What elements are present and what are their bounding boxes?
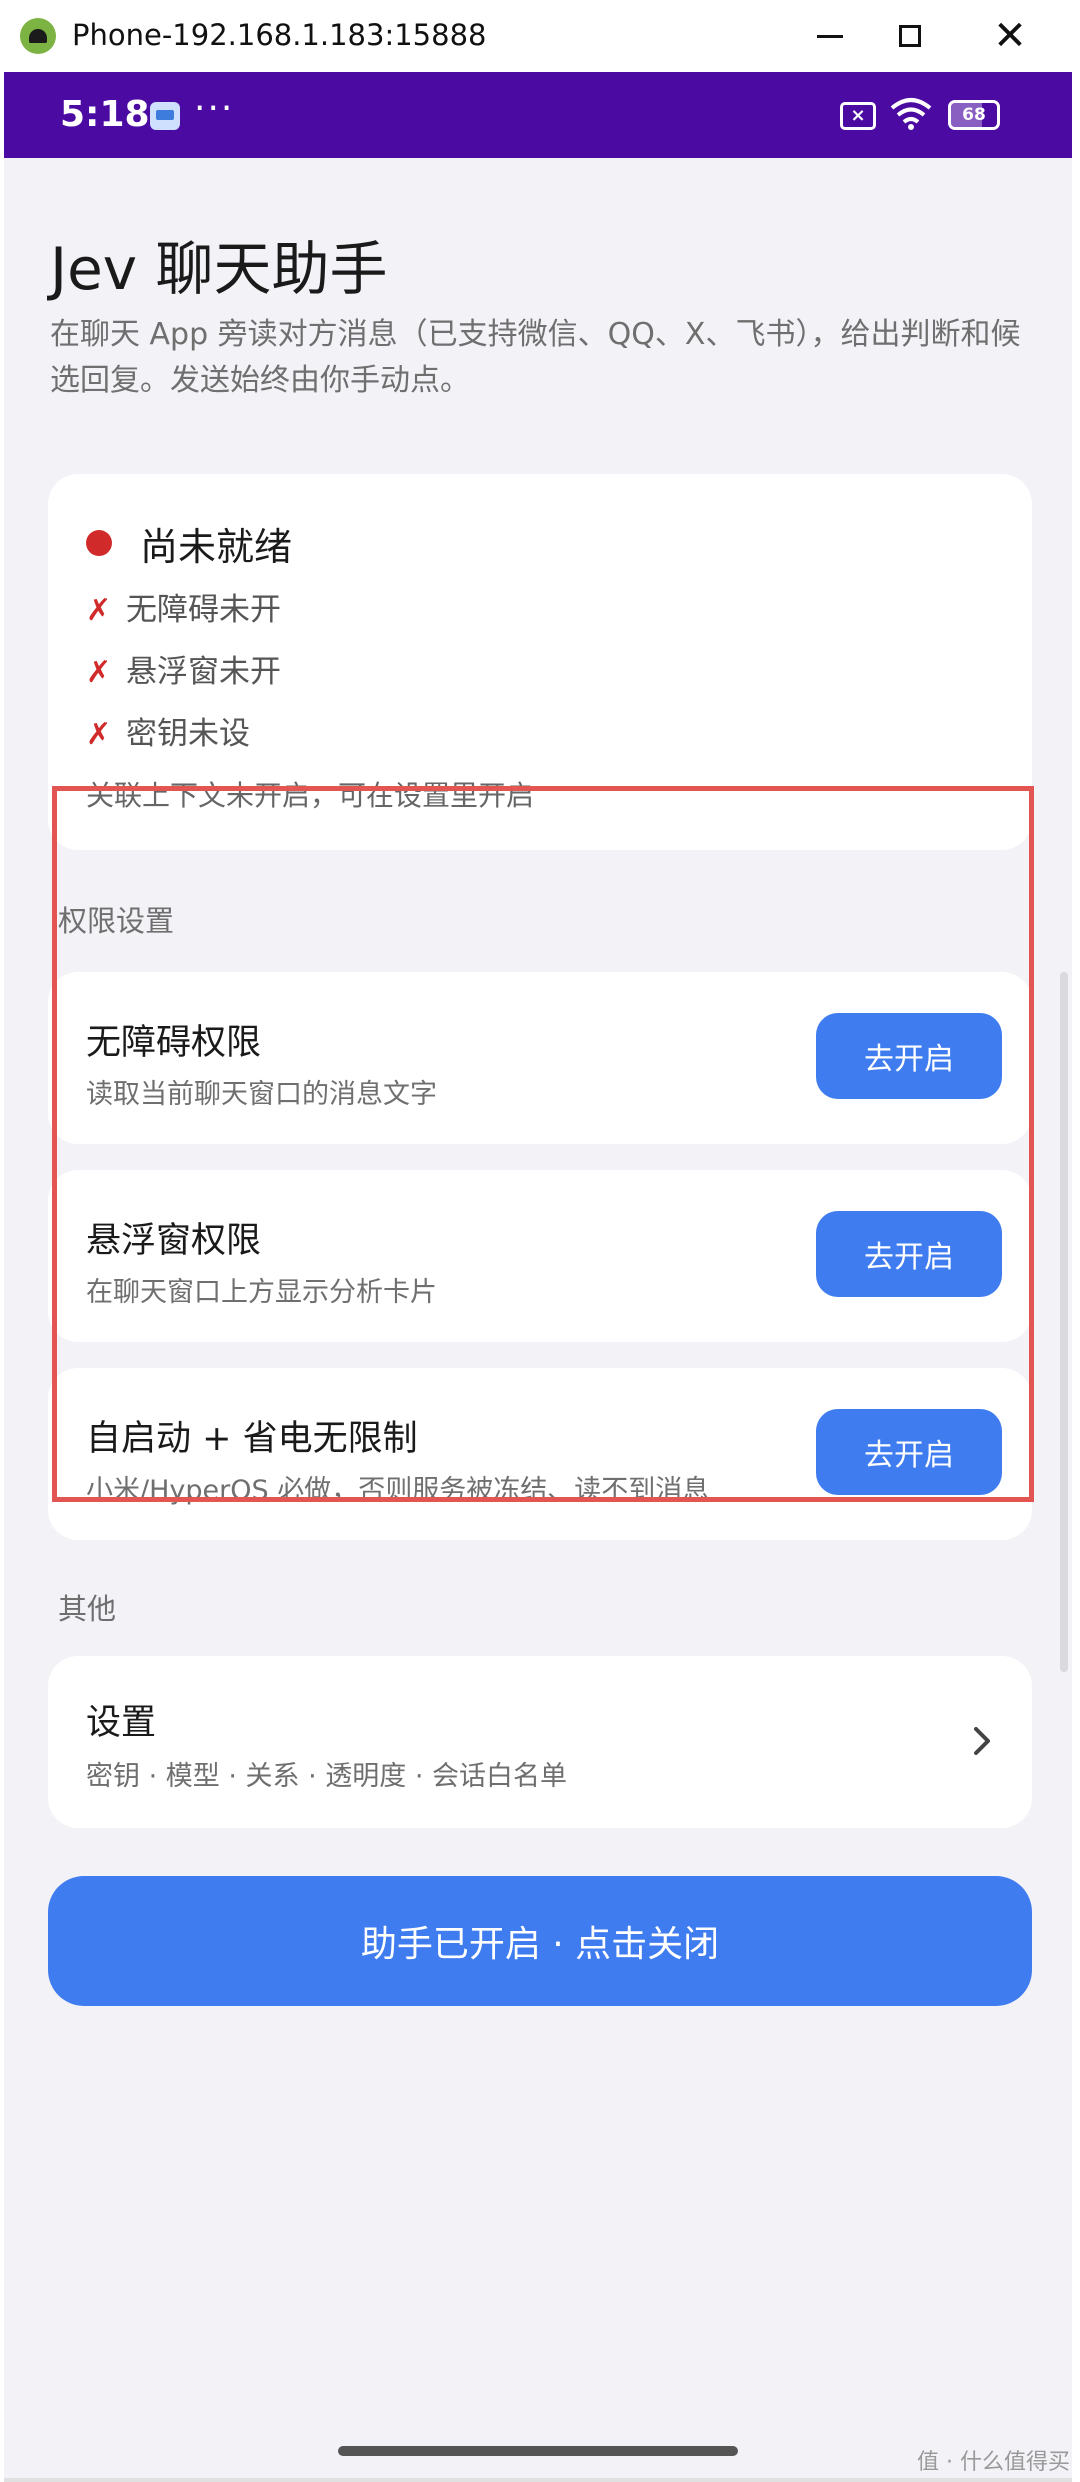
minimize-icon — [817, 34, 843, 38]
scrollbar[interactable] — [1060, 972, 1068, 1672]
no-sim-icon: × — [840, 102, 876, 130]
permission-desc: 小米/HyperOS 必做，否则服务被冻结、读不到消息 — [86, 1475, 710, 1506]
settings-row[interactable]: 设置 密钥 · 模型 · 关系 · 透明度 · 会话白名单 — [48, 1656, 1032, 1828]
check-item-api-key: ✗ 密钥未设 — [86, 708, 250, 753]
enable-overlay-button[interactable]: 去开启 — [816, 1211, 1002, 1297]
permission-desc: 在聊天窗口上方显示分析卡片 — [86, 1277, 437, 1308]
check-item-accessibility: ✗ 无障碍未开 — [86, 584, 281, 629]
permission-card-autostart: 自启动 + 省电无限制 小米/HyperOS 必做，否则服务被冻结、读不到消息 … — [48, 1368, 1032, 1540]
cross-icon: ✗ — [86, 593, 112, 628]
status-heading: 尚未就绪 — [140, 525, 293, 569]
android-icon — [20, 18, 56, 54]
minimize-button[interactable] — [800, 10, 860, 62]
enable-autostart-button[interactable]: 去开启 — [816, 1409, 1002, 1495]
settings-title: 设置 — [86, 1703, 157, 1743]
window-titlebar: Phone-192.168.1.183:15888 ✕ — [0, 0, 1080, 72]
status-dot-icon — [86, 530, 112, 556]
check-label: 密钥未设 — [126, 716, 250, 752]
wifi-icon — [890, 98, 932, 130]
section-label-permissions: 权限设置 — [58, 904, 175, 938]
battery-level: 68 — [962, 105, 986, 125]
status-bar: 5:18 ··· × 68 — [4, 72, 1072, 158]
assistant-toggle-button[interactable]: 助手已开启 · 点击关闭 — [48, 1876, 1032, 2006]
page-title: Jev 聊天助手 — [50, 235, 388, 303]
watermark: 值 · 什么值得买 — [917, 2450, 1070, 2475]
bottom-edge — [4, 2478, 1072, 2482]
status-time: 5:18 — [60, 94, 150, 135]
permission-title: 无障碍权限 — [86, 1023, 262, 1063]
phone-screen: 5:18 ··· × 68 Jev 聊天助手 在聊天 App 旁读对方消息（已支… — [4, 72, 1072, 2482]
permission-title: 悬浮窗权限 — [86, 1221, 262, 1261]
page-subtitle: 在聊天 App 旁读对方消息（已支持微信、QQ、X、飞书），给出判断和候选回复。… — [50, 317, 1021, 398]
permission-card-overlay: 悬浮窗权限 在聊天窗口上方显示分析卡片 去开启 — [48, 1170, 1032, 1342]
cross-icon: ✗ — [86, 655, 112, 690]
status-note: 关联上下文未开启，可在设置里开启 — [86, 779, 535, 812]
more-notifications-icon: ··· — [194, 88, 235, 129]
permission-card-accessibility: 无障碍权限 读取当前聊天窗口的消息文字 去开启 — [48, 972, 1032, 1144]
notification-message-icon — [150, 102, 180, 130]
cross-icon: ✗ — [86, 717, 112, 752]
check-label: 无障碍未开 — [126, 592, 281, 628]
maximize-button[interactable] — [880, 10, 940, 62]
settings-desc: 密钥 · 模型 · 关系 · 透明度 · 会话白名单 — [86, 1761, 567, 1792]
section-label-other: 其他 — [58, 1592, 117, 1626]
check-item-overlay: ✗ 悬浮窗未开 — [86, 646, 281, 691]
battery-icon: 68 — [948, 100, 1000, 130]
check-label: 悬浮窗未开 — [126, 654, 281, 690]
maximize-icon — [899, 25, 921, 47]
permission-title: 自启动 + 省电无限制 — [86, 1419, 418, 1459]
window-title: Phone-192.168.1.183:15888 — [72, 18, 487, 52]
home-indicator[interactable] — [338, 2446, 738, 2456]
status-card: 尚未就绪 ✗ 无障碍未开 ✗ 悬浮窗未开 ✗ 密钥未设 关联上下文未开启，可在设置里开… — [48, 474, 1032, 850]
close-icon: ✕ — [993, 13, 1027, 59]
chevron-right-icon — [974, 1727, 990, 1755]
permission-desc: 读取当前聊天窗口的消息文字 — [86, 1079, 437, 1110]
close-button[interactable]: ✕ — [980, 10, 1040, 62]
enable-accessibility-button[interactable]: 去开启 — [816, 1013, 1002, 1099]
